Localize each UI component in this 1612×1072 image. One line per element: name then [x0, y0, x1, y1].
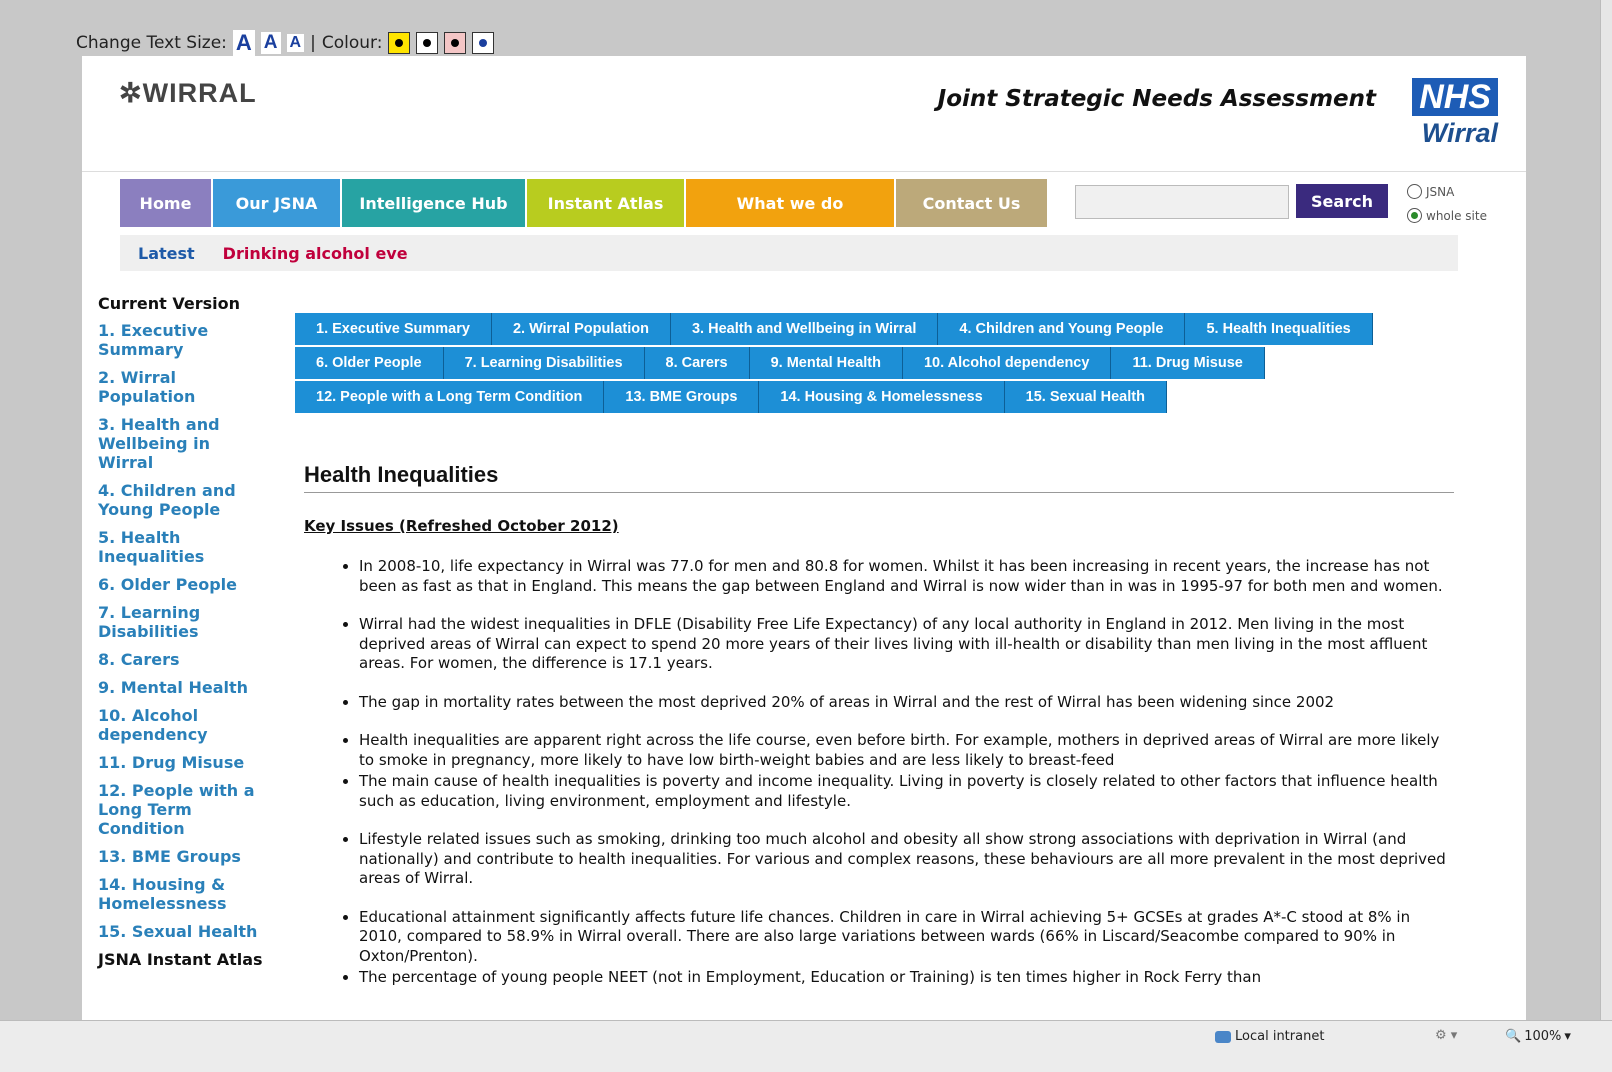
- sidebar: Current Version 1. Executive Summary 2. …: [98, 294, 268, 970]
- sidebar-item-health-inequalities[interactable]: 5. Health Inequalities: [98, 528, 268, 566]
- tab-row-2: 6. Older People 7. Learning Disabilities…: [295, 347, 1459, 379]
- radio-selected-icon: [1407, 208, 1422, 223]
- page-title: Health Inequalities: [304, 462, 1454, 493]
- text-size-small-button[interactable]: A: [286, 34, 305, 52]
- tab-housing-homelessness[interactable]: 14. Housing & Homelessness: [759, 381, 1005, 413]
- tab-row-3: 12. People with a Long Term Condition 13…: [295, 381, 1459, 413]
- sidebar-item-wirral-population[interactable]: 2. Wirral Population: [98, 368, 268, 406]
- main-nav: Home Our JSNA Intelligence Hub Instant A…: [120, 179, 1049, 227]
- tab-children-young-people[interactable]: 4. Children and Young People: [938, 313, 1186, 345]
- sidebar-item-older-people[interactable]: 6. Older People: [98, 575, 268, 594]
- nav-our-jsna[interactable]: Our JSNA: [213, 179, 340, 227]
- chapter-tabs: 1. Executive Summary 2. Wirral Populatio…: [295, 313, 1459, 415]
- tab-older-people[interactable]: 6. Older People: [295, 347, 444, 379]
- search-input[interactable]: [1075, 185, 1289, 219]
- key-issues-list: In 2008-10, life expectancy in Wirral wa…: [304, 557, 1454, 988]
- colour-label: Colour:: [321, 33, 383, 53]
- text-size-medium-button[interactable]: A: [260, 32, 281, 54]
- text-size-label: Change Text Size:: [76, 33, 227, 53]
- accessibility-toolbar: Change Text Size: A A A | Colour:: [0, 0, 1600, 56]
- sidebar-item-long-term-condition[interactable]: 12. People with a Long Term Condition: [98, 781, 268, 838]
- list-item: Health inequalities are apparent right a…: [359, 731, 1454, 770]
- protected-mode-icon[interactable]: ⚙ ▾: [1435, 1028, 1457, 1043]
- globe-icon: [1215, 1030, 1231, 1043]
- list-item: The gap in mortality rates between the m…: [359, 693, 1454, 713]
- search-scope-whole-site[interactable]: whole site: [1407, 208, 1487, 223]
- colour-swatch-yellow[interactable]: [388, 32, 411, 54]
- tab-mental-health[interactable]: 9. Mental Health: [749, 347, 903, 379]
- nhs-logo-sub: Wirral: [1421, 118, 1498, 148]
- header-divider: [82, 171, 1526, 172]
- zoom-icon: 🔍: [1505, 1029, 1522, 1044]
- nav-instant-atlas[interactable]: Instant Atlas: [527, 179, 684, 227]
- text-size-controls: Change Text Size: A A A | Colour:: [76, 30, 495, 56]
- radio-icon: [1407, 184, 1422, 199]
- sidebar-item-alcohol-dependency[interactable]: 10. Alcohol dependency: [98, 706, 268, 744]
- nhs-logo: NHS Wirral: [1412, 78, 1498, 149]
- list-item: Lifestyle related issues such as smoking…: [359, 830, 1454, 889]
- tab-drug-misuse[interactable]: 11. Drug Misuse: [1111, 347, 1265, 379]
- nhs-logo-mark: NHS: [1412, 78, 1498, 116]
- sidebar-item-learning-disabilities[interactable]: 7. Learning Disabilities: [98, 603, 268, 641]
- logo-text: WIRRAL: [142, 78, 257, 108]
- nav-what-we-do[interactable]: What we do: [686, 179, 894, 227]
- latest-label: Latest: [138, 243, 195, 263]
- sidebar-item-executive-summary[interactable]: 1. Executive Summary: [98, 321, 268, 359]
- radio-label-jsna: JSNA: [1426, 184, 1455, 199]
- sidebar-item-mental-health[interactable]: 9. Mental Health: [98, 678, 268, 697]
- text-size-large-button[interactable]: A: [232, 30, 255, 56]
- tab-alcohol-dependency[interactable]: 10. Alcohol dependency: [902, 347, 1112, 379]
- tab-long-term-condition[interactable]: 12. People with a Long Term Condition: [295, 381, 605, 413]
- key-issues-heading[interactable]: Key Issues (Refreshed October 2012): [304, 517, 1454, 535]
- tab-health-inequalities[interactable]: 5. Health Inequalities: [1185, 313, 1373, 345]
- zoom-control[interactable]: 🔍 100% ▾: [1505, 1029, 1571, 1044]
- logo-emblem-icon: ✲: [119, 78, 143, 108]
- sidebar-heading: Current Version: [98, 294, 241, 313]
- tab-carers[interactable]: 8. Carers: [644, 347, 750, 379]
- search-scope-jsna[interactable]: JSNA: [1407, 184, 1454, 199]
- zone-label: Local intranet: [1235, 1029, 1325, 1044]
- site-title: Joint Strategic Needs Assessment: [937, 86, 1376, 112]
- nav-intelligence-hub[interactable]: Intelligence Hub: [342, 179, 525, 227]
- sidebar-item-drug-misuse[interactable]: 11. Drug Misuse: [98, 753, 268, 772]
- tab-sexual-health[interactable]: 15. Sexual Health: [1004, 381, 1167, 413]
- colour-swatch-blue[interactable]: [472, 32, 495, 54]
- list-item: In 2008-10, life expectancy in Wirral wa…: [359, 557, 1454, 596]
- list-item: The main cause of health inequalities is…: [359, 772, 1454, 811]
- sidebar-item-instant-atlas[interactable]: JSNA Instant Atlas: [98, 950, 268, 970]
- list-item: Educational attainment significantly aff…: [359, 908, 1454, 967]
- browser-status-bar: Local intranet ⚙ ▾ 🔍 100% ▾: [0, 1020, 1612, 1072]
- main-content: Health Inequalities Key Issues (Refreshe…: [304, 462, 1454, 1007]
- sidebar-item-bme-groups[interactable]: 13. BME Groups: [98, 847, 268, 866]
- colour-swatch-white[interactable]: [416, 32, 439, 54]
- tab-executive-summary[interactable]: 1. Executive Summary: [295, 313, 492, 345]
- tab-learning-disabilities[interactable]: 7. Learning Disabilities: [443, 347, 645, 379]
- radio-label-whole-site: whole site: [1426, 208, 1487, 223]
- sidebar-item-sexual-health[interactable]: 15. Sexual Health: [98, 922, 268, 941]
- search-button[interactable]: Search: [1296, 184, 1388, 218]
- list-item: Wirral had the widest inequalities in DF…: [359, 615, 1454, 674]
- tab-health-wellbeing[interactable]: 3. Health and Wellbeing in Wirral: [670, 313, 939, 345]
- sidebar-item-housing-homelessness[interactable]: 14. Housing & Homelessness: [98, 875, 268, 913]
- tab-row-1: 1. Executive Summary 2. Wirral Populatio…: [295, 313, 1459, 345]
- tab-wirral-population[interactable]: 2. Wirral Population: [491, 313, 671, 345]
- nav-contact-us[interactable]: Contact Us: [896, 179, 1047, 227]
- sidebar-item-carers[interactable]: 8. Carers: [98, 650, 268, 669]
- latest-message[interactable]: Drinking alcohol eve: [223, 244, 408, 263]
- sidebar-item-children-young-people[interactable]: 4. Children and Young People: [98, 481, 268, 519]
- sidebar-item-health-wellbeing[interactable]: 3. Health and Wellbeing in Wirral: [98, 415, 268, 472]
- vertical-scrollbar[interactable]: [1600, 0, 1612, 1020]
- tab-bme-groups[interactable]: 13. BME Groups: [604, 381, 760, 413]
- list-item: The percentage of young people NEET (not…: [359, 968, 1454, 988]
- chevron-down-icon: ▾: [1564, 1029, 1571, 1044]
- security-zone: Local intranet: [1215, 1029, 1324, 1044]
- latest-news-ticker: Latest Drinking alcohol eve: [120, 235, 1458, 271]
- nav-home[interactable]: Home: [120, 179, 211, 227]
- colour-swatch-pink[interactable]: [444, 32, 467, 54]
- zoom-level: 100%: [1524, 1029, 1562, 1044]
- wirral-logo[interactable]: ✲WIRRAL: [119, 78, 257, 109]
- toolbar-separator: |: [310, 33, 316, 53]
